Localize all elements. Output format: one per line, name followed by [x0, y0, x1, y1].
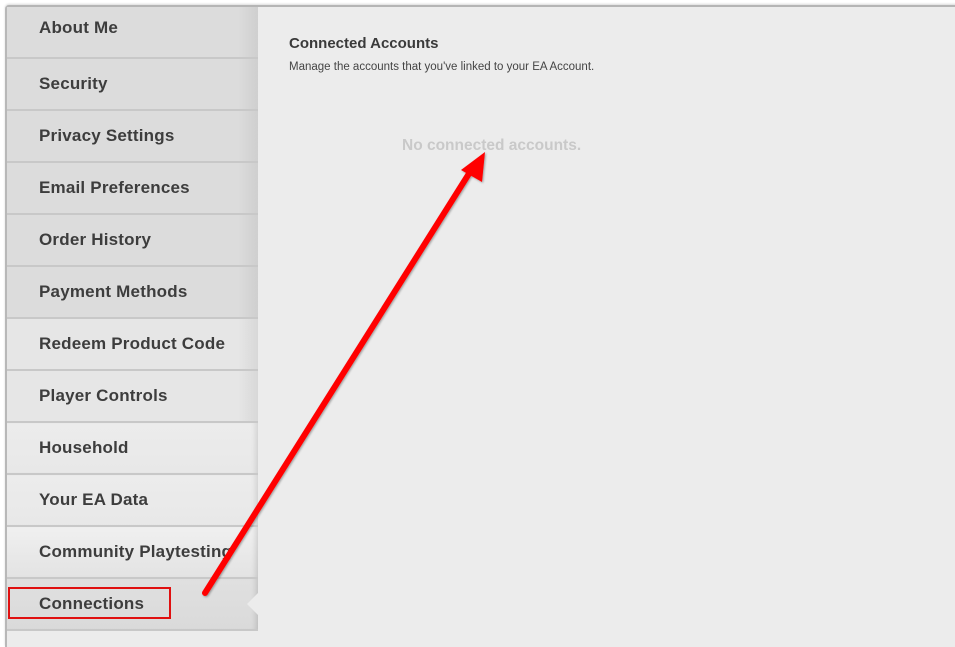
sidebar-item-label: Order History — [39, 230, 152, 249]
sidebar-item-label: Community Playtesting — [39, 542, 233, 561]
sidebar-item-email-preferences[interactable]: Email Preferences — [7, 163, 258, 215]
empty-state-message: No connected accounts. — [402, 137, 582, 154]
page-title: Connected Accounts — [289, 35, 439, 52]
sidebar-item-label: Security — [39, 74, 108, 93]
sidebar-item-order-history[interactable]: Order History — [7, 215, 258, 267]
page-description: Manage the accounts that you've linked t… — [289, 61, 595, 73]
sidebar-item-redeem-product-code[interactable]: Redeem Product Code — [7, 319, 258, 371]
annotation-highlight-box — [8, 587, 171, 619]
sidebar-item-household[interactable]: Household — [7, 423, 258, 475]
sidebar-item-label: About Me — [39, 18, 119, 37]
sidebar-item-payment-methods[interactable]: Payment Methods — [7, 267, 258, 319]
sidebar-item-label: Player Controls — [39, 386, 168, 405]
sidebar-nav: About Me Security Privacy Settings Email… — [7, 7, 259, 631]
sidebar-item-security[interactable]: Security — [7, 59, 258, 111]
sidebar-item-label: Redeem Product Code — [39, 334, 226, 353]
sidebar-item-label: Your EA Data — [39, 490, 149, 509]
sidebar-item-label: Email Preferences — [39, 178, 190, 197]
sidebar-item-label: Payment Methods — [39, 282, 188, 301]
account-settings-panel: About Me Security Privacy Settings Email… — [5, 5, 955, 647]
sidebar-item-your-ea-data[interactable]: Your EA Data — [7, 475, 258, 527]
sidebar-item-connections[interactable]: Connections — [7, 579, 259, 631]
connections-content: Connected Accounts Manage the accounts t… — [258, 7, 955, 647]
sidebar-item-community-playtesting[interactable]: Community Playtesting — [7, 527, 258, 579]
sidebar-item-about-me[interactable]: About Me — [7, 7, 258, 59]
sidebar-item-privacy-settings[interactable]: Privacy Settings — [7, 111, 258, 163]
sidebar-item-label: Privacy Settings — [39, 126, 175, 145]
sidebar-item-label: Household — [39, 438, 129, 457]
sidebar-item-player-controls[interactable]: Player Controls — [7, 371, 258, 423]
